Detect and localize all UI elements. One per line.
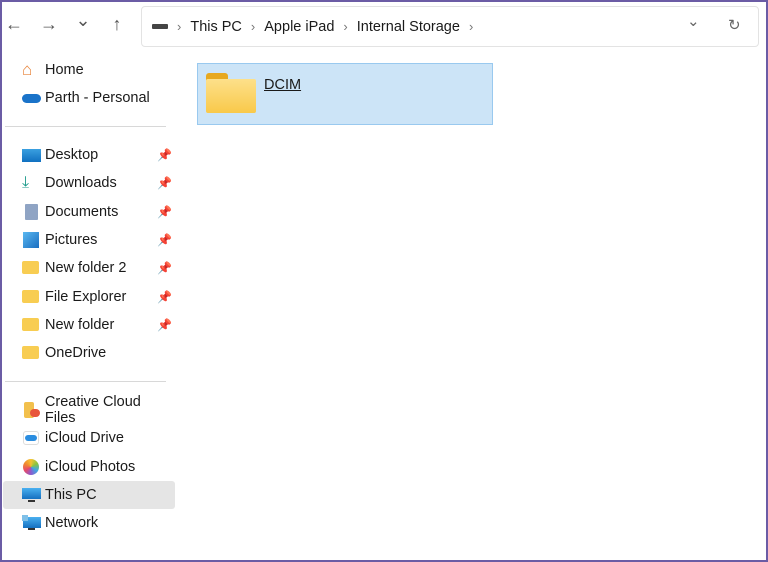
sidebar-item-label: Home [45,62,84,78]
back-button[interactable]: ← [2,14,26,35]
divider [5,126,166,127]
sidebar-item-label: iCloud Photos [45,459,136,475]
sidebar-item-documents[interactable]: Documents 📌 [3,198,175,226]
sidebar-item-this-pc[interactable]: This PC [3,481,175,509]
pin-icon[interactable]: 📌 [157,290,172,304]
pin-icon[interactable]: 📌 [157,176,172,190]
folder-icon [22,345,41,361]
address-dropdown-button[interactable]: ⌄ [687,12,700,30]
sidebar-item-desktop[interactable]: Desktop 📌 [3,141,175,169]
sidebar-item-label: File Explorer [45,289,127,305]
sidebar-item-label: New folder [45,317,115,333]
documents-icon [22,204,41,220]
sidebar-item-new-folder[interactable]: New folder 📌 [3,311,175,339]
breadcrumb-this-pc[interactable]: This PC [190,19,242,35]
sidebar-item-label: Documents [45,204,119,220]
sidebar-item-home[interactable]: ⌂ Home [3,56,175,84]
folder-icon [22,317,41,333]
address-bar[interactable]: › This PC › Apple iPad › Internal Storag… [141,6,759,47]
network-icon [22,515,41,531]
sidebar-item-label: OneDrive [45,345,107,361]
icloud-photos-icon [22,459,41,475]
creative-cloud-folder-icon [22,402,41,418]
chevron-right-icon: › [177,19,182,34]
sidebar-item-label: Creative Cloud Files [44,394,141,426]
sidebar-item-label: Downloads [45,175,117,191]
chevron-right-icon: › [250,19,256,34]
chevron-right-icon: › [343,19,348,34]
sidebar-item-label: Parth - Personal [45,90,150,106]
pin-icon[interactable]: 📌 [157,148,172,162]
sidebar-item-new-folder-2[interactable]: New folder 2 📌 [3,254,175,282]
computer-icon [22,487,41,503]
breadcrumb-apple-ipad[interactable]: Apple iPad [264,19,334,35]
folder-icon [206,73,256,113]
pin-icon[interactable]: 📌 [157,318,172,332]
sidebar-item-network[interactable]: Network [3,509,175,537]
pin-icon[interactable]: 📌 [157,261,172,275]
chevron-right-icon[interactable]: › [469,19,473,34]
sidebar-item-label: This PC [45,487,97,503]
sidebar-item-icloud-photos[interactable]: iCloud Photos [3,453,175,481]
folder-name[interactable]: DCIM [264,77,301,93]
sidebar-item-onedrive-personal[interactable]: Parth - Personal [3,84,175,112]
pin-icon[interactable]: 📌 [157,205,172,219]
drive-icon [152,24,168,29]
breadcrumb-internal-storage[interactable]: Internal Storage [357,19,460,35]
refresh-button[interactable]: ↻ [728,16,741,34]
icloud-icon [22,430,41,446]
recent-locations-button[interactable]: ⌄ [71,10,95,31]
sidebar-item-downloads[interactable]: ⤓ Downloads 📌 [3,169,175,197]
sidebar-item-label: Network [45,515,99,531]
desktop-icon [22,147,41,163]
pin-icon[interactable]: 📌 [157,233,172,247]
sidebar-item-file-explorer[interactable]: File Explorer 📌 [3,283,175,311]
up-button[interactable]: ↑ [105,14,129,35]
folder-icon [22,260,41,276]
sidebar-item-icloud-drive[interactable]: iCloud Drive [3,424,175,452]
download-icon: ⤓ [22,174,30,191]
folder-icon [22,289,41,305]
sidebar-item-label: Pictures [45,232,98,248]
pictures-icon [22,232,41,248]
cloud-icon [22,90,41,106]
home-icon: ⌂ [22,60,33,79]
sidebar-item-label: New folder 2 [45,260,127,276]
sidebar-item-onedrive[interactable]: OneDrive [3,339,175,367]
divider [5,381,166,382]
sidebar-item-label: Desktop [45,147,99,163]
forward-button[interactable]: → [37,14,61,35]
sidebar-item-creative-cloud-files[interactable]: Creative Cloud Files [3,394,175,426]
folder-item-dcim[interactable]: DCIM [197,63,493,125]
sidebar-item-label: iCloud Drive [45,430,124,446]
sidebar-item-pictures[interactable]: Pictures 📌 [3,226,175,254]
